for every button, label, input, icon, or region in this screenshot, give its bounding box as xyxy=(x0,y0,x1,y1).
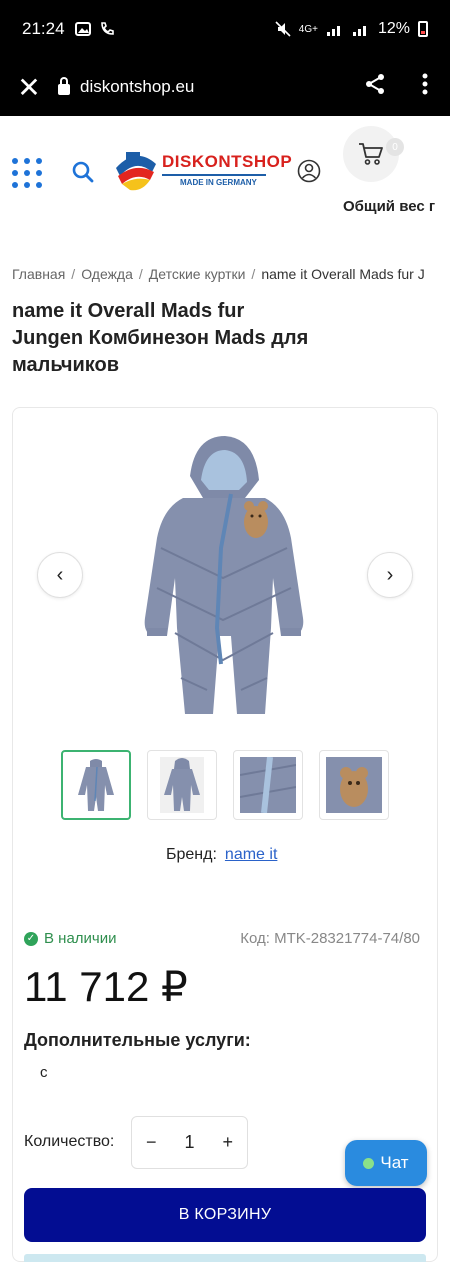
breadcrumb-home[interactable]: Главная xyxy=(12,266,65,282)
cart-count-badge: 0 xyxy=(386,138,404,156)
quantity-increase-button[interactable]: + xyxy=(222,1132,233,1153)
signal-icon xyxy=(326,26,340,36)
product-main-image[interactable] xyxy=(95,428,345,728)
gallery-prev-button[interactable]: ‹ xyxy=(37,552,83,598)
quantity-label: Количество: xyxy=(24,1133,115,1150)
stock-text: В наличии xyxy=(44,930,117,947)
breadcrumb-kids-jackets[interactable]: Детские куртки xyxy=(149,266,246,282)
network-type: 4G+ xyxy=(298,23,318,35)
logo-globe-icon xyxy=(116,152,156,191)
chat-button[interactable]: Чат xyxy=(345,1140,427,1186)
brand-link[interactable]: name it xyxy=(225,846,277,863)
services-value: с xyxy=(40,1064,48,1081)
lock-icon xyxy=(58,77,70,95)
gallery-thumbnail-2[interactable] xyxy=(147,750,217,820)
gallery-thumbnail-1[interactable] xyxy=(61,750,131,820)
mute-icon xyxy=(275,21,291,37)
quantity-stepper: − 1 + xyxy=(131,1116,248,1169)
address-bar[interactable]: diskontshop.eu xyxy=(58,77,350,97)
online-status-icon xyxy=(363,1157,375,1169)
quantity-value[interactable]: 1 xyxy=(184,1132,194,1153)
logo-text: DISKONTSHOP xyxy=(162,152,293,171)
search-icon[interactable] xyxy=(72,161,94,183)
thumbnail-suit-back xyxy=(160,757,204,813)
gallery-thumbnail-4[interactable] xyxy=(319,750,389,820)
status-bar: 21:24 4G+ 12% xyxy=(0,0,450,58)
cart-icon xyxy=(359,143,383,165)
breadcrumb-current: name it Overall Mads fur J xyxy=(261,266,425,282)
status-time: 21:24 xyxy=(22,19,65,38)
page-title: name it Overall Mads fur Jungen Комбинез… xyxy=(12,300,309,376)
share-icon[interactable] xyxy=(350,73,400,101)
thumbnail-zipper-detail xyxy=(240,757,296,813)
browser-toolbar: ✕ diskontshop.eu xyxy=(0,58,450,116)
cart-weight-label: Общий вес г xyxy=(343,198,436,215)
site-logo[interactable]: DISKONTSHOP MADE IN GERMANY xyxy=(112,146,292,196)
quantity-decrease-button[interactable]: − xyxy=(146,1132,157,1153)
product-sku: Код: MTK-28321774-74/80 xyxy=(240,930,420,947)
battery-level: 12% xyxy=(377,20,410,37)
breadcrumb-clothing[interactable]: Одежда xyxy=(81,266,133,282)
breadcrumb: Главная / Одежда / Детские куртки / name it Ov… xyxy=(12,266,425,282)
site-header: DISKONTSHOP MADE IN GERMANY 0 Общий вес … xyxy=(0,116,450,226)
battery-icon xyxy=(418,21,428,37)
add-to-cart-button[interactable]: В КОРЗИНУ xyxy=(24,1188,426,1242)
user-account-icon[interactable] xyxy=(297,159,321,183)
product-price: 11 712 ₽ xyxy=(24,963,188,1010)
brand-row: Бренд: name it xyxy=(166,846,277,864)
info-banner xyxy=(24,1254,426,1262)
brand-label: Бренд: xyxy=(166,846,217,863)
gallery-thumbnail-3[interactable] xyxy=(233,750,303,820)
more-menu-icon[interactable] xyxy=(400,73,450,101)
logo-subtext: MADE IN GERMANY xyxy=(180,178,257,187)
signal-icon-2 xyxy=(352,26,366,36)
chat-label: Чат xyxy=(380,1153,409,1172)
gallery-next-button[interactable]: › xyxy=(367,552,413,598)
services-title: Дополнительные услуги: xyxy=(24,1030,251,1050)
thumbnail-suit-front xyxy=(78,759,114,811)
thumbnail-bear-patch xyxy=(326,757,382,813)
wifi-call-icon xyxy=(100,22,114,35)
catalog-menu-icon[interactable] xyxy=(12,158,42,188)
url-text: diskontshop.eu xyxy=(80,77,195,96)
close-icon[interactable]: ✕ xyxy=(0,71,58,104)
stock-status: ✓ В наличии xyxy=(24,930,117,947)
gallery-icon xyxy=(74,22,91,36)
check-icon: ✓ xyxy=(24,931,38,946)
